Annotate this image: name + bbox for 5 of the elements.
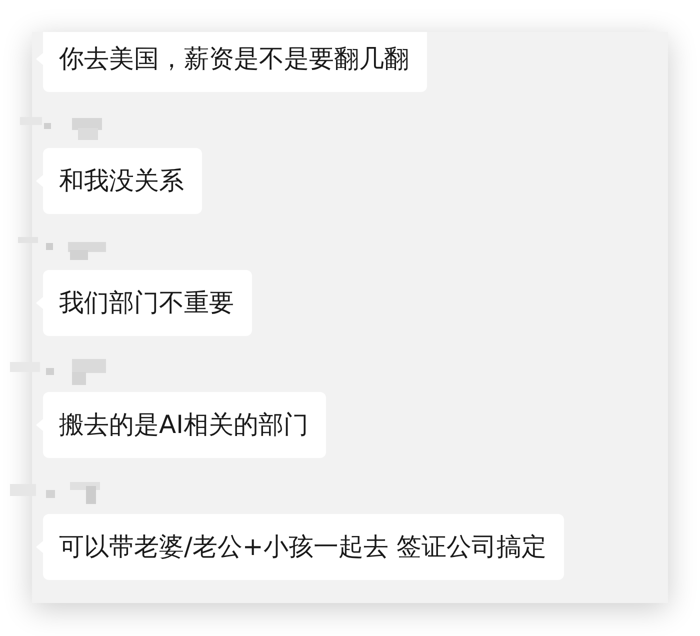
message-bubble: 搬去的是AI相关的部门: [43, 392, 326, 458]
message-bubble: 我们部门不重要: [43, 270, 252, 336]
message-bubble: 可以带老婆/老公+小孩一起去 签证公司搞定: [43, 514, 564, 580]
message-bubble: 和我没关系: [43, 148, 202, 214]
message-bubble: 你去美国，薪资是不是要翻几翻: [43, 32, 427, 92]
